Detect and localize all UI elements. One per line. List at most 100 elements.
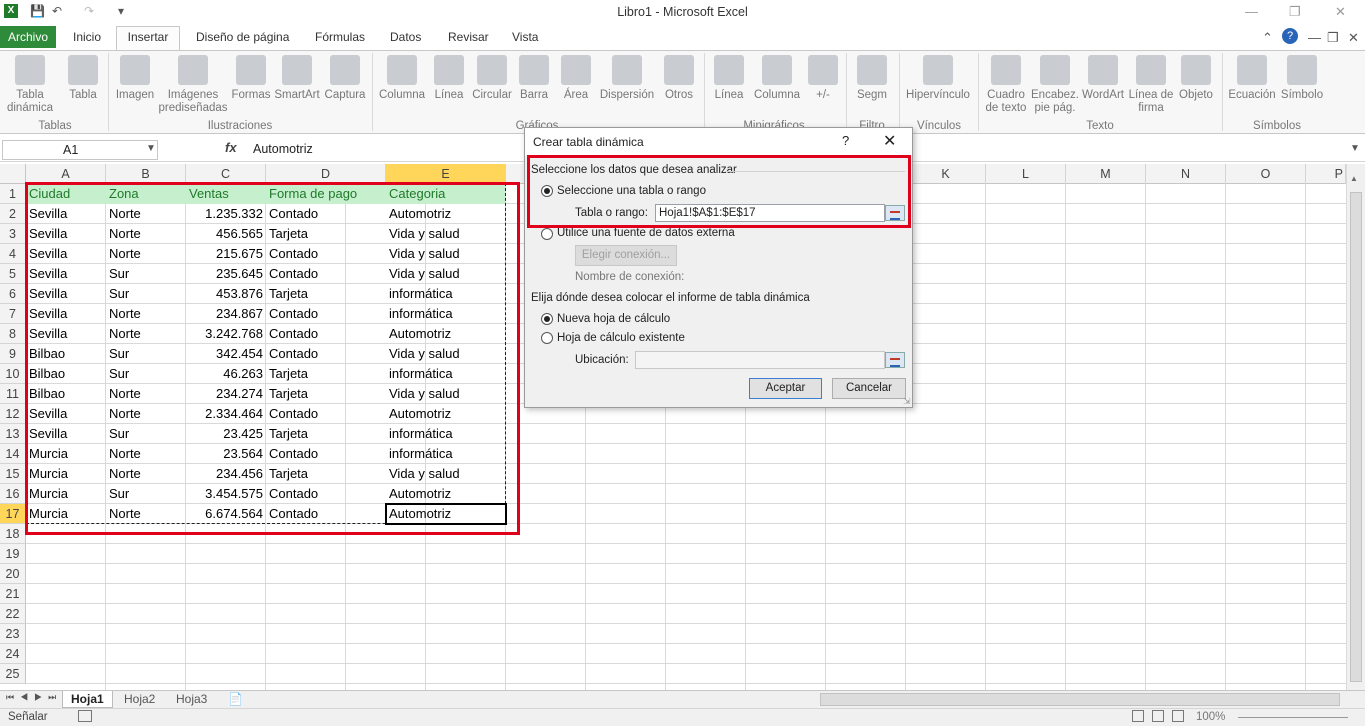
tab-inicio[interactable]: Inicio [73,30,101,44]
insert-function-icon[interactable]: fx [225,140,237,155]
resize-grip-icon[interactable]: ⇲ [903,396,911,407]
choose-connection-button[interactable]: Elegir conexión... [575,245,677,266]
column-header-d[interactable]: D [266,164,386,184]
tab-vista[interactable]: Vista [512,30,538,44]
ok-button[interactable]: Aceptar [749,378,822,399]
shapes-button[interactable]: Formas [230,55,272,102]
row-header[interactable]: 25 [0,664,26,684]
screenshot-button[interactable]: Captura [322,55,368,102]
radio-external-source[interactable] [541,228,553,240]
tab-formulas[interactable]: Fórmulas [315,30,365,44]
row-header[interactable]: 24 [0,644,26,664]
column-header-l[interactable]: L [986,164,1066,184]
name-box-dropdown-icon[interactable]: ▼ [146,143,156,154]
row-header[interactable]: 22 [0,604,26,624]
row-header[interactable]: 13 [0,424,26,444]
row-header[interactable]: 1 [0,184,26,204]
sheet-tab-hoja3[interactable]: Hoja3 [168,691,215,708]
area-chart-button[interactable]: Área [558,55,594,102]
radio-existing-sheet-label[interactable]: Hoja de cálculo existente [557,332,685,344]
column-header-m[interactable]: M [1066,164,1146,184]
hyperlink-button[interactable]: Hipervínculo [904,55,972,102]
pie-chart-button[interactable]: Circular [470,55,514,102]
workbook-restore-icon[interactable]: ❐ [1327,30,1339,46]
smartart-button[interactable]: SmartArt [272,55,322,102]
column-header-p[interactable]: P [1306,164,1346,184]
tab-revisar[interactable]: Revisar [448,30,489,44]
scroll-up-icon[interactable]: ▲ [1350,174,1358,183]
row-header[interactable]: 19 [0,544,26,564]
slicer-button[interactable]: Segm [852,55,892,102]
row-header[interactable]: 8 [0,324,26,344]
row-header[interactable]: 2 [0,204,26,224]
sparkline-column-button[interactable]: Columna [752,55,802,102]
row-header[interactable]: 14 [0,444,26,464]
bar-chart-button[interactable]: Barra [516,55,552,102]
row-header[interactable]: 18 [0,524,26,544]
location-picker-icon[interactable] [885,352,905,368]
sheet-tab-hoja2[interactable]: Hoja2 [116,691,163,708]
row-header[interactable]: 5 [0,264,26,284]
row-header[interactable]: 10 [0,364,26,384]
header-footer-button[interactable]: Encabez. pie pág. [1030,55,1080,115]
scatter-chart-button[interactable]: Dispersión [598,55,656,102]
row-header[interactable]: 23 [0,624,26,644]
radio-external-source-label[interactable]: Utilice una fuente de datos externa [557,227,735,239]
row-header[interactable]: 20 [0,564,26,584]
column-header-o[interactable]: O [1226,164,1306,184]
tab-diseno-pagina[interactable]: Diseño de página [196,30,289,44]
vertical-scrollbar[interactable]: ▲ [1346,164,1365,690]
zoom-slider[interactable] [1238,717,1348,718]
tab-archivo[interactable]: Archivo [0,26,56,48]
restore-icon[interactable]: ❐ [1289,4,1301,20]
radio-new-sheet-label[interactable]: Nueva hoja de cálculo [557,313,670,325]
column-header-b[interactable]: B [106,164,186,184]
name-box[interactable]: A1 [2,140,158,160]
row-header[interactable]: 15 [0,464,26,484]
column-header-k[interactable]: K [906,164,986,184]
row-header[interactable]: 16 [0,484,26,504]
object-button[interactable]: Objeto [1176,55,1216,102]
row-header[interactable]: 7 [0,304,26,324]
sparkline-line-button[interactable]: Línea [708,55,750,102]
page-layout-view-icon[interactable] [1152,710,1164,722]
horizontal-scrollbar[interactable] [820,693,1340,706]
new-sheet-icon[interactable]: 📄 [228,692,243,706]
minimize-icon[interactable]: — [1245,4,1258,19]
workbook-minimize-icon[interactable]: — [1308,30,1321,45]
sparkline-winloss-button[interactable]: +/- [806,55,840,102]
row-header[interactable]: 11 [0,384,26,404]
formula-input[interactable]: Automotriz [253,142,313,156]
row-header[interactable]: 6 [0,284,26,304]
signature-line-button[interactable]: Línea de firma [1128,55,1174,115]
row-header[interactable]: 17 [0,504,26,524]
expand-formula-icon[interactable]: ▼ [1350,143,1360,154]
symbol-button[interactable]: Símbolo [1278,55,1326,102]
dialog-help-icon[interactable]: ? [842,133,849,148]
clipart-button[interactable]: Imágenes prediseñadas [156,55,230,115]
wordart-button[interactable]: WordArt [1080,55,1126,102]
cancel-button[interactable]: Cancelar [832,378,906,399]
radio-existing-sheet[interactable] [541,332,553,344]
column-header-e[interactable]: E [386,164,506,184]
select-all-corner[interactable] [0,164,26,184]
row-header[interactable]: 12 [0,404,26,424]
column-header-n[interactable]: N [1146,164,1226,184]
column-chart-button[interactable]: Columna [376,55,428,102]
row-header[interactable]: 4 [0,244,26,264]
dialog-close-icon[interactable]: ✕ [883,131,896,151]
collapse-ribbon-icon[interactable]: ⌃ [1262,30,1273,46]
row-header[interactable]: 21 [0,584,26,604]
page-break-view-icon[interactable] [1172,710,1184,722]
image-button[interactable]: Imagen [112,55,158,102]
vertical-scroll-thumb[interactable] [1350,192,1362,682]
textbox-button[interactable]: Cuadro de texto [982,55,1030,115]
tab-datos[interactable]: Datos [390,30,421,44]
column-header-a[interactable]: A [26,164,106,184]
radio-new-sheet[interactable] [541,313,553,325]
location-input[interactable] [635,351,885,369]
close-window-icon[interactable]: ✕ [1335,4,1346,20]
table-button[interactable]: Tabla [60,55,106,102]
equation-button[interactable]: Ecuación [1226,55,1278,102]
tab-insertar[interactable]: Insertar [116,26,180,51]
